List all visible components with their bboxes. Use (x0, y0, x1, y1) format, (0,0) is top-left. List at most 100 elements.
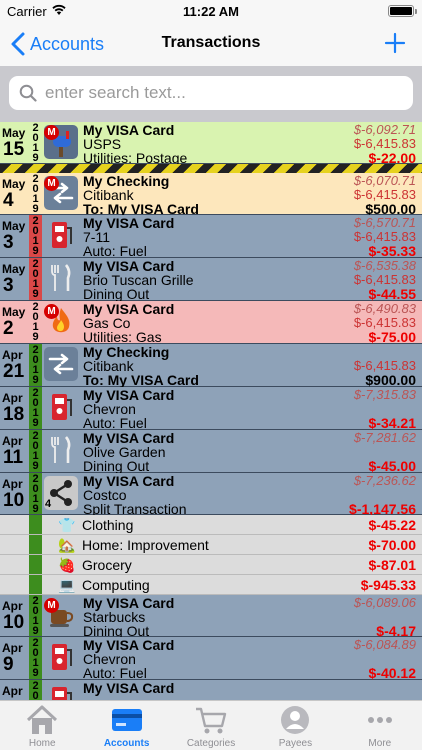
year-digit: 9 (32, 151, 39, 164)
date-month: Apr (2, 684, 23, 698)
transaction-date: Apr 21 (0, 344, 28, 386)
year-digit: 9 (32, 288, 39, 300)
tab-payees[interactable]: Payees (253, 701, 337, 750)
transaction-row[interactable]: May 4 2 0 1 9 M My Checking Citibank To: My VISA … (0, 173, 422, 217)
year-digit: 9 (32, 417, 39, 429)
year-digit: 1 (32, 192, 39, 205)
account-balance: $-6,415.83 (353, 315, 416, 330)
split-line-item[interactable]: 🍓 Grocery $-87.01 (0, 555, 422, 575)
battery-icon (388, 5, 417, 17)
transaction-amounts: $-7,236.62 $-1,147.56 (296, 474, 416, 517)
search-icon (19, 84, 37, 102)
fuel-pump-icon (44, 218, 78, 252)
memorized-badge-icon: M (44, 304, 59, 319)
transaction-row[interactable]: May 15 2 0 1 9 M My VISA Card USPS Utilities: Pos… (0, 122, 422, 166)
transaction-row[interactable]: Apr 21 2 0 1 9 My Checking Citibank To: My VISA … (0, 344, 422, 387)
date-day: 2 (3, 318, 14, 339)
date-month: Apr (2, 348, 23, 362)
year-digit: 0 (32, 482, 39, 495)
memorized-badge-icon: M (44, 125, 59, 140)
tab-label: Home (28, 738, 56, 749)
running-balance: $-7,315.83 (353, 387, 416, 402)
year-strip (29, 535, 42, 554)
transaction-amounts: $-6,535.38 $-6,415.83 $-44.55 (296, 259, 416, 302)
transaction-row[interactable]: Apr2019My VISA Card (0, 680, 422, 700)
fuel-pump-icon (44, 390, 78, 424)
year-strip: 2019 (29, 173, 42, 214)
year-strip (29, 575, 42, 594)
search-bar (0, 66, 422, 122)
year-strip: 2019 (29, 301, 42, 343)
date-month: Apr (2, 477, 23, 491)
tab-categories[interactable]: Categories (169, 701, 253, 750)
transaction-row[interactable]: Apr 11 2 0 1 9 My VISA Card Olive Garden Dining … (0, 430, 422, 473)
transaction-amounts: $-7,281.62 $-45.00 (296, 431, 416, 474)
year-strip: 2019 (29, 122, 42, 163)
date-day: 15 (3, 139, 25, 160)
memorized-badge-icon: M (44, 598, 59, 613)
transaction-list[interactable]: May 15 2 0 1 9 M My VISA Card USPS Utilities: Pos… (0, 122, 422, 700)
year-digit: 0 (32, 131, 39, 144)
tab-accounts[interactable]: Accounts (84, 701, 168, 750)
transaction-row[interactable]: May 3 2 0 1 9 My VISA Card Brio Tuscan Grille Di… (0, 258, 422, 301)
transaction-row[interactable]: May 3 2 0 1 9 My VISA Card 7-11 Auto: Fuel $-6,57… (0, 215, 422, 258)
search-field-container[interactable] (9, 76, 413, 110)
date-separator-stripe (0, 164, 422, 173)
year-digit: 2 (32, 472, 39, 485)
date-day: 4 (3, 190, 14, 211)
transaction-amount: $-34.21 (368, 415, 416, 431)
account-balance: $-6,415.83 (353, 229, 416, 244)
search-input[interactable] (45, 83, 405, 103)
memorized-badge-icon: M (44, 176, 59, 191)
split-count-badge: 4 (45, 498, 52, 510)
running-balance: $-6,089.06 (353, 595, 416, 610)
back-button[interactable]: Accounts (8, 30, 104, 58)
transaction-amounts: $-6,570.71 $-6,415.83 $-35.33 (296, 216, 416, 259)
split-amount: $-70.00 (368, 537, 416, 553)
account-balance: $-6,415.83 (353, 358, 416, 373)
transaction-row[interactable]: Apr 18 2 0 1 9 My VISA Card Chevron Auto: Fuel $-… (0, 387, 422, 430)
date-day: 10 (3, 612, 25, 633)
date-month: Apr (2, 434, 23, 448)
laptop-icon: 💻 (58, 577, 76, 593)
split-category-label: Grocery (82, 557, 132, 573)
fuel-pump-icon (44, 640, 78, 674)
year-strip: 2019 (29, 473, 42, 514)
year-strip: 2019 (29, 344, 42, 386)
transaction-row[interactable]: May 2 2 0 1 9 M My VISA Card Gas Co Utilities: Ga… (0, 301, 422, 344)
transaction-row[interactable]: Apr 10 2 0 1 9 4 My VISA Card Costco Split Transa… (0, 473, 422, 517)
running-balance: $-6,070.71 (353, 173, 416, 188)
add-transaction-button[interactable] (384, 32, 406, 54)
tab-home[interactable]: Home (0, 701, 84, 750)
year-digit: 9 (32, 331, 39, 343)
year-strip: 2019 (29, 637, 42, 679)
split-line-item[interactable]: 🏡 Home: Improvement $-70.00 (0, 535, 422, 555)
status-bar: Carrier 11:22 AM (0, 0, 422, 22)
year-digit: 9 (32, 460, 39, 472)
date-month: May (2, 219, 26, 233)
navigation-bar: Accounts Transactions (0, 22, 422, 66)
transaction-amount: $900.00 (365, 372, 416, 388)
transaction-amounts: $-6,415.83 $900.00 (296, 345, 416, 388)
account-balance (296, 402, 416, 416)
transaction-amounts: $-6,084.89 $-40.12 (296, 638, 416, 681)
running-balance: $-6,490.83 (353, 301, 416, 316)
split-amount: $-945.33 (360, 577, 416, 593)
flame-icon: M (44, 304, 78, 338)
transaction-amount: $-4.17 (376, 623, 416, 639)
running-balance (296, 345, 416, 359)
account-balance (296, 610, 416, 624)
tab-more[interactable]: More (338, 701, 422, 750)
transaction-row[interactable]: Apr 9 2 0 1 9 My VISA Card Chevron Auto: Fuel $-6… (0, 637, 422, 680)
split-line-item[interactable]: 💻 Computing $-945.33 (0, 575, 422, 595)
year-strip: 2019 (29, 258, 42, 300)
transaction-amount: $-22.00 (368, 150, 416, 166)
transaction-row[interactable]: Apr 10 2 0 1 9 M My VISA Card Starbucks Dining Ou… (0, 595, 422, 639)
transaction-amounts: $-6,070.71 $-6,415.83 $500.00 (296, 173, 416, 217)
transfer-icon (44, 347, 78, 381)
transaction-date: Apr 11 (0, 430, 28, 472)
split-category-label: Home: Improvement (82, 537, 209, 553)
split-line-item[interactable]: 👕 Clothing $-45.22 (0, 515, 422, 535)
back-button-label: Accounts (30, 33, 105, 54)
date-month: Apr (2, 599, 23, 613)
